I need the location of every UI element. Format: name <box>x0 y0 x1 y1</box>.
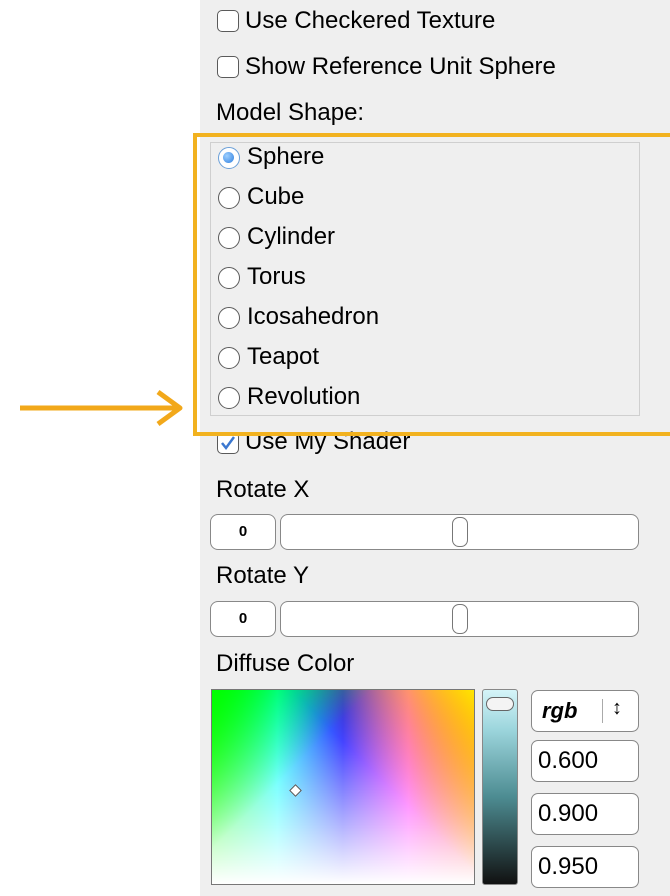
rotate-x-thumb[interactable] <box>452 517 468 547</box>
reference-sphere-label: Show Reference Unit Sphere <box>245 53 556 80</box>
rotate-y-value[interactable]: 0 <box>210 601 276 637</box>
color-mode-value: rgb <box>542 698 578 723</box>
rotate-x-value[interactable]: 0 <box>210 514 276 550</box>
checkered-texture-checkbox[interactable] <box>217 10 239 32</box>
rotate-y-thumb[interactable] <box>452 604 468 634</box>
rotate-x-label: Rotate X <box>216 476 310 503</box>
rotate-y-label: Rotate Y <box>216 562 309 589</box>
highlight-box <box>193 133 670 436</box>
model-shape-heading: Model Shape: <box>216 99 365 126</box>
pointer-arrow-icon <box>20 389 183 427</box>
brightness-slider-thumb[interactable] <box>486 697 514 711</box>
diffuse-color-label: Diffuse Color <box>216 650 355 677</box>
color-r-field[interactable]: 0.600 <box>531 740 639 782</box>
checkered-texture-label: Use Checkered Texture <box>245 7 496 34</box>
color-picker-field[interactable] <box>211 689 475 885</box>
brightness-slider[interactable] <box>482 689 518 885</box>
color-b-field[interactable]: 0.950 <box>531 846 639 888</box>
chevron-updown-icon: ↕ <box>612 697 622 719</box>
checkmark-icon <box>221 436 236 451</box>
select-divider <box>602 699 603 723</box>
reference-sphere-checkbox[interactable] <box>217 56 239 78</box>
color-g-field[interactable]: 0.900 <box>531 793 639 835</box>
color-mode-select[interactable]: rgb ↕ <box>531 690 639 732</box>
